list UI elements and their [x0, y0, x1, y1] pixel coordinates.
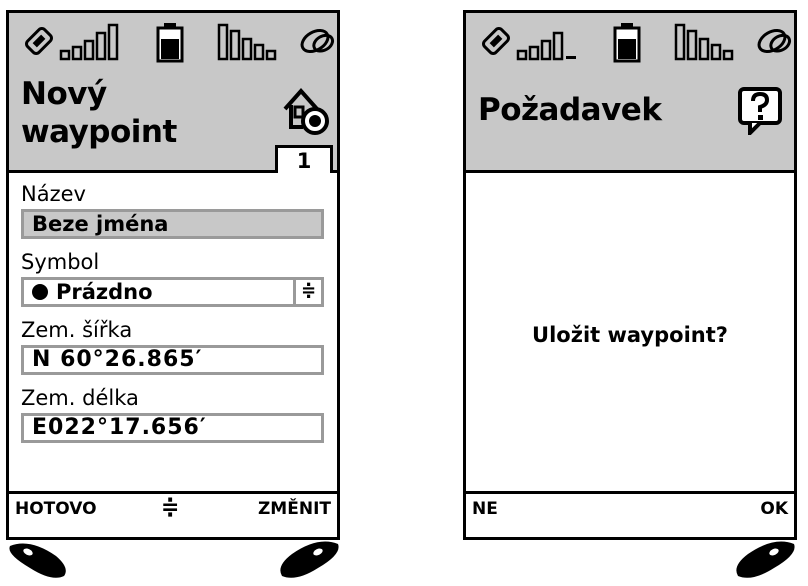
status-bar [9, 21, 337, 63]
phone-screen-request: Požadavek Uložit waypoint? NE OK [463, 10, 797, 540]
signal-icon [25, 23, 119, 61]
symbol-value: Prázdno [56, 280, 153, 304]
no-softkey[interactable]: NE [472, 499, 498, 519]
up-down-arrows-icon[interactable]: ≑ [293, 280, 321, 304]
symbol-label: Symbol [21, 250, 100, 274]
name-field[interactable]: Beze jména [21, 209, 324, 239]
screen-header: Požadavek [466, 13, 794, 173]
nav-key-right-icon[interactable] [274, 536, 344, 580]
satellite-icon [757, 29, 792, 53]
signal-icon [482, 27, 576, 61]
dialog-body: Uložit waypoint? [466, 173, 794, 491]
latitude-label: Zem. šířka [21, 318, 133, 342]
status-bar [466, 21, 794, 63]
longitude-field[interactable]: E022°17.656′ [21, 413, 324, 443]
change-softkey[interactable]: ZMĚNIT [258, 499, 331, 519]
screen-header: Nový waypoint 1 [9, 13, 337, 173]
gps-signal-icon [217, 23, 335, 61]
page-title: Požadavek [478, 92, 662, 128]
ok-softkey[interactable]: OK [760, 499, 788, 519]
name-label: Název [21, 182, 86, 206]
gps-signal-icon [674, 23, 792, 61]
satellite-icon [300, 29, 335, 53]
phone-screen-new-waypoint: Nový waypoint 1 Název Beze jména Symbol … [6, 10, 340, 540]
nav-key-left-icon[interactable] [4, 536, 74, 580]
bullet-symbol-icon [32, 284, 48, 300]
nav-key-right-icon[interactable] [730, 536, 800, 580]
home-gps-icon [283, 87, 329, 135]
dialog-question: Uložit waypoint? [532, 323, 728, 347]
done-softkey[interactable]: HOTOVO [15, 499, 97, 519]
softkey-divider [9, 491, 337, 494]
symbol-select[interactable]: Prázdno ≑ [21, 277, 324, 307]
battery-icon [156, 23, 184, 63]
softkey-divider [466, 491, 794, 494]
help-speech-icon[interactable] [736, 85, 786, 135]
latitude-field[interactable]: N 60°26.865′ [21, 345, 324, 375]
scroll-softkey-icon[interactable]: ≑ [161, 495, 179, 520]
longitude-label: Zem. délka [21, 386, 139, 410]
waypoint-form: Název Beze jména Symbol Prázdno ≑ Zem. š… [9, 173, 337, 491]
page-tab[interactable]: 1 [275, 145, 333, 173]
battery-icon [613, 23, 641, 63]
page-title: Nový waypoint [21, 76, 177, 150]
